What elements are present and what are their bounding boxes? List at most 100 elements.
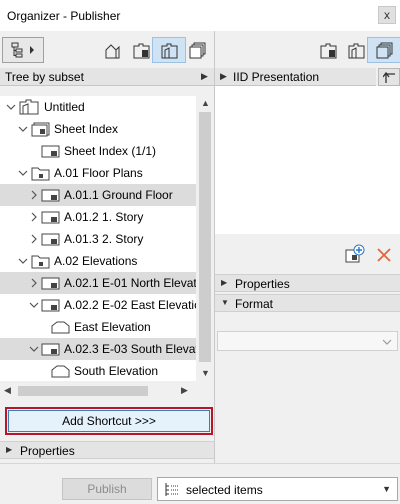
- layout-book-icon: [161, 43, 178, 59]
- tree-item[interactable]: A.02.3 E-03 South Elevation: [0, 338, 214, 360]
- sheet-index-icon: [31, 122, 50, 137]
- view-map-icon: [133, 43, 150, 59]
- tree-item-label: A.02.2 E-02 East Elevation: [64, 298, 208, 312]
- publish-button[interactable]: Publish: [62, 478, 152, 500]
- tree-horizontal-scrollbar[interactable]: ◀ ▶: [0, 381, 214, 401]
- project-icon: [19, 99, 39, 115]
- tree-vertical-scrollbar[interactable]: ▲ ▼: [196, 96, 214, 381]
- tree-item-label: A.01.2 1. Story: [64, 210, 144, 224]
- collapse-down-icon: ▼: [221, 298, 229, 307]
- chevron-down-icon: [29, 302, 39, 308]
- format-select[interactable]: [217, 331, 398, 351]
- window-title: Organizer - Publisher: [7, 9, 121, 23]
- go-up-button[interactable]: [378, 68, 400, 86]
- tree-view-label: Tree by subset: [5, 70, 84, 84]
- tree-view-dropdown[interactable]: Tree by subset ▶: [0, 68, 214, 86]
- chevron-down-icon: [18, 126, 28, 132]
- publisher-set-dropdown[interactable]: ▶ IID Presentation: [215, 68, 376, 86]
- view-icon: [41, 343, 60, 356]
- scroll-thumb[interactable]: [199, 112, 211, 362]
- dropdown-arrow-icon: ▶: [220, 71, 227, 81]
- tree-item[interactable]: A.02 Elevations: [0, 250, 196, 272]
- publish-scope-dropdown[interactable]: selected items ▼: [157, 477, 398, 501]
- tree-list-icon: [165, 483, 178, 496]
- view-icon: [41, 299, 60, 312]
- properties-label: Properties: [20, 444, 75, 458]
- tree-item-label: A.01 Floor Plans: [54, 166, 143, 180]
- right-properties-header[interactable]: ▶ Properties: [215, 274, 400, 292]
- project-map-icon: [105, 44, 120, 59]
- add-shortcut-button[interactable]: Add Shortcut >>>: [8, 410, 210, 432]
- tree-item-label: East Elevation: [74, 320, 151, 334]
- publisher-sets-button[interactable]: [367, 37, 400, 63]
- scroll-up-icon[interactable]: ▲: [201, 98, 210, 108]
- chevron-right-icon: [31, 278, 37, 288]
- view-icon: [41, 277, 60, 290]
- publisher-set-list[interactable]: [215, 86, 400, 234]
- go-up-icon: [383, 71, 395, 83]
- properties-label: Properties: [235, 277, 290, 291]
- tree-item[interactable]: Sheet Index: [0, 118, 196, 140]
- layout-book-icon: [348, 43, 365, 59]
- close-button[interactable]: x: [378, 6, 396, 24]
- elevation-icon: [51, 365, 70, 378]
- tree-item-label: Untitled: [44, 100, 85, 114]
- chevron-right-icon: [31, 212, 37, 222]
- scroll-left-icon[interactable]: ◀: [4, 385, 11, 396]
- view-icon: [41, 211, 60, 224]
- add-shortcut-highlight: Add Shortcut >>>: [5, 407, 213, 435]
- view-tree[interactable]: Untitled Sheet Index Sheet Index (1/1) A…: [0, 96, 214, 401]
- publisher-set-label: IID Presentation: [233, 70, 320, 84]
- publish-scope-label: selected items: [186, 483, 263, 497]
- expand-right-icon: ▶: [221, 278, 228, 287]
- publisher-sets-icon: [189, 42, 206, 59]
- chevron-right-icon: [31, 190, 37, 200]
- tree-item[interactable]: South Elevation: [0, 360, 196, 381]
- folder-icon: [31, 255, 50, 269]
- tree-item-label: A.01.1 Ground Floor: [64, 188, 173, 202]
- tree-item[interactable]: East Elevation: [0, 316, 196, 338]
- publisher-sets-button[interactable]: [180, 37, 214, 63]
- chevron-down-icon: [29, 346, 39, 352]
- tree-item[interactable]: Untitled: [0, 96, 196, 118]
- tree-item-label: A.02 Elevations: [54, 254, 138, 268]
- publisher-sets-icon: [376, 42, 393, 59]
- scroll-right-icon[interactable]: ▶: [181, 385, 188, 396]
- tree-item-label: South Elevation: [74, 364, 159, 378]
- new-publisher-set-icon[interactable]: [345, 244, 365, 264]
- tree-item-label: Sheet Index (1/1): [64, 144, 157, 158]
- view-icon: [41, 189, 60, 202]
- scroll-thumb[interactable]: [18, 386, 148, 396]
- tree-item-label: A.01.3 2. Story: [64, 232, 144, 246]
- expand-right-icon: ▶: [6, 445, 13, 454]
- chevron-right-icon: [31, 234, 37, 244]
- tree-item[interactable]: A.02.2 E-02 East Elevation: [0, 294, 207, 316]
- tree-item[interactable]: A.02.1 E-01 North Elevation: [0, 272, 213, 294]
- tree-structure-icon: [11, 42, 34, 58]
- tree-item[interactable]: Sheet Index (1/1): [0, 140, 196, 162]
- tree-item-label: A.02.1 E-01 North Elevation: [64, 276, 213, 290]
- view-map-pane: Tree by subset ▶ Untitled Sheet Index Sh…: [0, 31, 214, 463]
- delete-icon[interactable]: [377, 248, 391, 262]
- format-header[interactable]: ▼ Format: [215, 294, 400, 312]
- view-map-icon: [320, 43, 337, 59]
- view-icon: [41, 233, 60, 246]
- tree-item[interactable]: A.01.3 2. Story: [0, 228, 196, 250]
- folder-icon: [31, 167, 50, 181]
- chevron-down-icon: [382, 339, 392, 345]
- view-icon: [41, 145, 60, 158]
- chevron-down-icon: [6, 104, 16, 110]
- tree-item[interactable]: A.01 Floor Plans: [0, 162, 196, 184]
- format-label: Format: [235, 297, 274, 311]
- tree-item[interactable]: A.01.1 Ground Floor: [0, 184, 196, 206]
- bottom-bar: Publish selected items ▼: [0, 463, 400, 504]
- publisher-pane: ▶ IID Presentation ▶ Properties ▼ Format: [215, 31, 400, 463]
- tree-item-label: Sheet Index: [54, 122, 119, 136]
- tree-item[interactable]: A.01.2 1. Story: [0, 206, 196, 228]
- elevation-icon: [51, 321, 70, 334]
- tree-options-button[interactable]: [2, 37, 44, 63]
- scroll-down-icon[interactable]: ▼: [201, 368, 210, 378]
- chevron-down-icon: [18, 258, 28, 264]
- left-properties-header[interactable]: ▶ Properties: [0, 441, 214, 459]
- dropdown-arrow-icon: ▼: [382, 484, 391, 494]
